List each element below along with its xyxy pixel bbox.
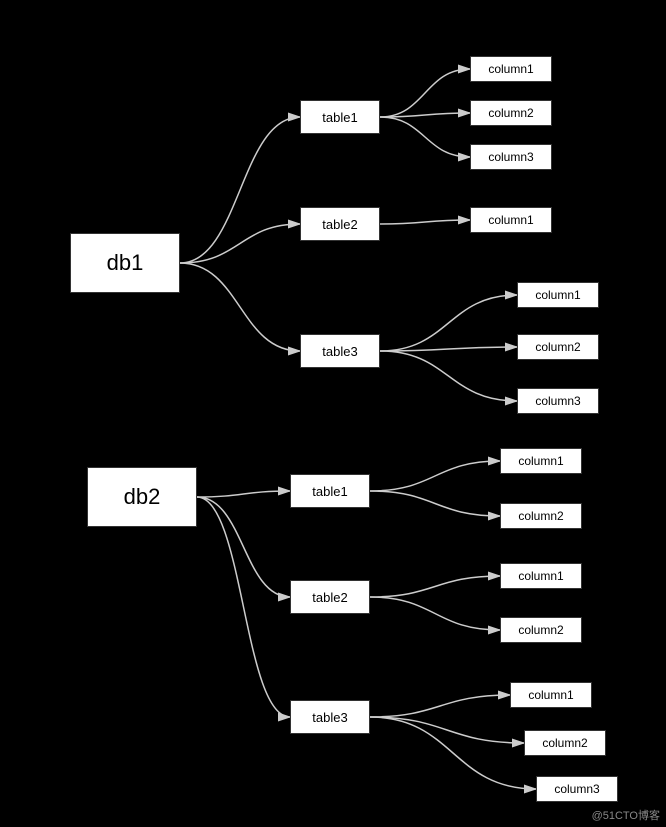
column-node-db1-table1-column2: column2 xyxy=(470,100,552,126)
column-node-db1-table1-column3: column3 xyxy=(470,144,552,170)
db-node-db2: db2 xyxy=(87,467,197,527)
table-node-db1-table2: table2 xyxy=(300,207,380,241)
column-node-db2-table1-column2: column2 xyxy=(500,503,582,529)
column-node-db1-table2-column1: column1 xyxy=(470,207,552,233)
column-node-db2-table3-column2: column2 xyxy=(524,730,606,756)
column-node-db1-table3-column2: column2 xyxy=(517,334,599,360)
column-node-db2-table2-column1: column1 xyxy=(500,563,582,589)
table-node-db2-table1: table1 xyxy=(290,474,370,508)
column-node-db2-table1-column1: column1 xyxy=(500,448,582,474)
column-node-db1-table1-column1: column1 xyxy=(470,56,552,82)
column-node-db1-table3-column3: column3 xyxy=(517,388,599,414)
column-node-db2-table3-column3: column3 xyxy=(536,776,618,802)
table-node-db2-table2: table2 xyxy=(290,580,370,614)
db-node-db1: db1 xyxy=(70,233,180,293)
watermark: @51CTO博客 xyxy=(592,807,660,823)
column-node-db2-table3-column1: column1 xyxy=(510,682,592,708)
table-node-db2-table3: table3 xyxy=(290,700,370,734)
table-node-db1-table1: table1 xyxy=(300,100,380,134)
column-node-db1-table3-column1: column1 xyxy=(517,282,599,308)
table-node-db1-table3: table3 xyxy=(300,334,380,368)
column-node-db2-table2-column2: column2 xyxy=(500,617,582,643)
